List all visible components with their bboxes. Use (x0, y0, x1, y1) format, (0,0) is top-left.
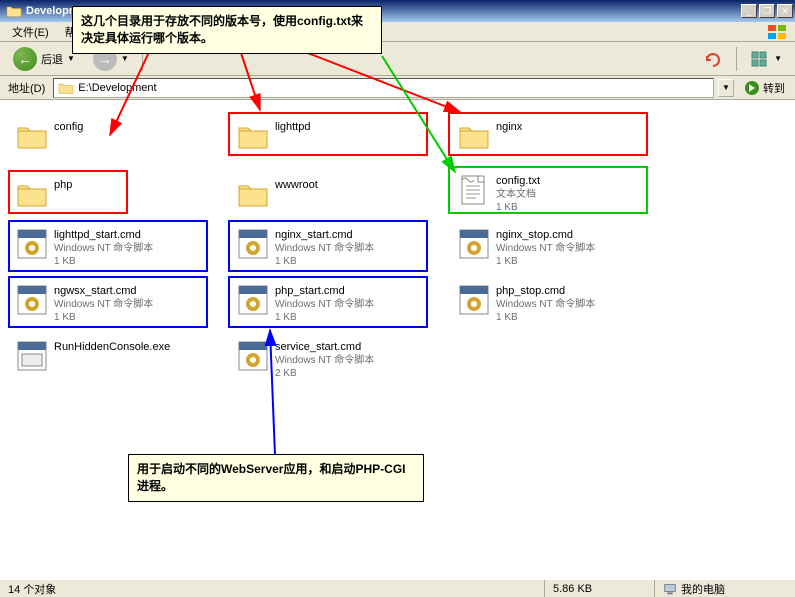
status-location: 我的电脑 (655, 580, 795, 597)
textfile-icon (458, 174, 490, 206)
file-nginx-start[interactable]: nginx_start.cmd Windows NT 命令脚本 1 KB (235, 226, 435, 270)
address-dropdown[interactable]: ▼ (718, 79, 734, 97)
folder-lighttpd[interactable]: lighttpd (235, 118, 435, 154)
back-icon: ← (13, 47, 37, 71)
undo-button[interactable] (696, 46, 730, 72)
file-lighttpd-start[interactable]: lighttpd_start.cmd Windows NT 命令脚本 1 KB (14, 226, 214, 270)
go-button[interactable]: 转到 (738, 78, 791, 98)
file-php-stop[interactable]: php_stop.cmd Windows NT 命令脚本 1 KB (456, 282, 656, 326)
file-runhidden[interactable]: RunHiddenConsole.exe (14, 338, 214, 374)
views-button[interactable]: ▼ (743, 46, 789, 72)
statusbar: 14 个对象 5.86 KB 我的电脑 (0, 579, 795, 597)
folder-nginx[interactable]: nginx (456, 118, 656, 154)
folder-icon (16, 120, 48, 152)
views-icon (750, 50, 770, 68)
minimize-button[interactable]: _ (741, 4, 757, 18)
annotation-top: 这几个目录用于存放不同的版本号，使用config.txt来决定具体运行哪个版本。 (72, 6, 382, 54)
maximize-button[interactable]: ❐ (759, 4, 775, 18)
folder-icon (16, 178, 48, 210)
go-label: 转到 (763, 80, 785, 96)
undo-icon (703, 50, 723, 68)
cmd-icon (458, 228, 490, 260)
go-icon (744, 80, 760, 96)
addressbar: 地址(D) E:\Development ▼ 转到 (0, 76, 795, 100)
file-php-start[interactable]: php_start.cmd Windows NT 命令脚本 1 KB (235, 282, 435, 326)
content-area: config lighttpd nginx php wwwroot config… (0, 100, 795, 579)
cmd-icon (16, 284, 48, 316)
menu-file[interactable]: 文件(E) (4, 22, 57, 42)
cmd-icon (458, 284, 490, 316)
folder-icon (6, 3, 22, 19)
exe-icon (16, 340, 48, 372)
chevron-down-icon: ▼ (67, 54, 75, 63)
close-button[interactable]: ✕ (777, 4, 793, 18)
cmd-icon (237, 340, 269, 372)
cmd-icon (237, 228, 269, 260)
chevron-down-icon: ▼ (121, 54, 129, 63)
folder-icon (237, 178, 269, 210)
windows-logo-icon (763, 23, 791, 41)
address-path: E:\Development (78, 82, 156, 94)
window-controls: _ ❐ ✕ (741, 4, 793, 18)
file-ngwsx-start[interactable]: ngwsx_start.cmd Windows NT 命令脚本 1 KB (14, 282, 214, 326)
back-button[interactable]: ← 后退 ▼ (6, 43, 82, 75)
file-service-start[interactable]: service_start.cmd Windows NT 命令脚本 2 KB (235, 338, 435, 382)
separator (736, 47, 737, 71)
address-field[interactable]: E:\Development (53, 78, 714, 98)
cmd-icon (237, 284, 269, 316)
folder-icon (458, 120, 490, 152)
annotation-bottom: 用于启动不同的WebServer应用，和启动PHP-CGI进程。 (128, 454, 424, 502)
address-label: 地址(D) (4, 80, 49, 96)
folder-wwwroot[interactable]: wwwroot (235, 176, 435, 212)
folder-icon (58, 80, 74, 96)
cmd-icon (16, 228, 48, 260)
folder-config[interactable]: config (14, 118, 214, 154)
folder-php[interactable]: php (14, 176, 214, 212)
folder-icon (237, 120, 269, 152)
back-label: 后退 (41, 51, 63, 67)
status-count: 14 个对象 (0, 580, 545, 597)
computer-icon (663, 582, 677, 596)
status-size: 5.86 KB (545, 580, 655, 597)
file-config-txt[interactable]: config.txt 文本文档 1 KB (456, 172, 656, 216)
file-nginx-stop[interactable]: nginx_stop.cmd Windows NT 命令脚本 1 KB (456, 226, 656, 270)
